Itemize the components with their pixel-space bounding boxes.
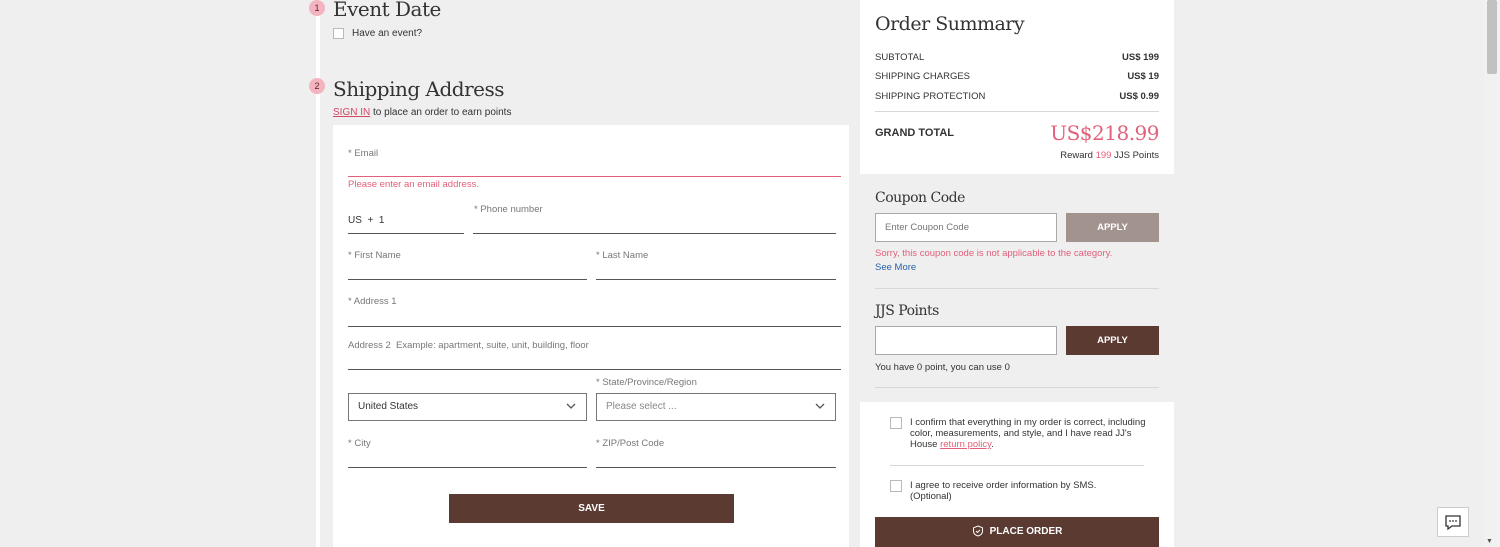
confirm-divider — [890, 465, 1144, 466]
confirm-terms-text: I confirm that everything in my order is… — [910, 417, 1150, 450]
first-name-label: * First Name — [348, 250, 401, 261]
see-more-link[interactable]: See More — [875, 262, 916, 273]
email-label: * Email — [348, 148, 379, 159]
event-checkbox[interactable] — [333, 28, 344, 39]
event-checkbox-label: Have an event? — [352, 28, 423, 39]
coupon-divider — [875, 288, 1159, 289]
points-input[interactable] — [875, 326, 1057, 355]
first-name-field[interactable] — [348, 279, 587, 280]
country-select-value: United States — [358, 401, 419, 412]
phone-field[interactable] — [473, 233, 836, 234]
summary-label: SUBTOTAL — [875, 52, 925, 63]
state-select[interactable]: Please select ... — [596, 393, 836, 421]
place-order-label: PLACE ORDER — [989, 526, 1063, 537]
summary-row-subtotal: SUBTOTAL US$ 199 — [875, 52, 1159, 63]
grand-total-value: US$218.99 — [1050, 121, 1159, 145]
summary-row-protection: SHIPPING PROTECTION US$ 0.99 — [875, 91, 1159, 102]
coupon-apply-button[interactable]: APPLY — [1066, 213, 1159, 242]
event-date-heading: Event Date — [333, 0, 441, 21]
summary-label: SHIPPING CHARGES — [875, 71, 971, 82]
summary-label: SHIPPING PROTECTION — [875, 91, 986, 102]
city-label: * City — [348, 438, 371, 449]
return-policy-link[interactable]: return policy — [940, 439, 991, 450]
chat-button[interactable] — [1437, 507, 1469, 537]
summary-row-shipping: SHIPPING CHARGES US$ 19 — [875, 71, 1159, 82]
scroll-down-arrow-icon[interactable]: ▼ — [1486, 538, 1493, 545]
sms-consent-text: I agree to receive order information by … — [910, 480, 1097, 502]
chevron-down-icon — [566, 403, 576, 409]
reward-points-text: Reward 199 JJS Points — [1060, 150, 1159, 161]
email-field[interactable] — [348, 176, 841, 177]
summary-value: US$ 0.99 — [1119, 91, 1159, 102]
last-name-field[interactable] — [596, 279, 836, 280]
grand-total-label: GRAND TOTAL — [875, 127, 955, 139]
signin-link[interactable]: SIGN IN — [333, 107, 370, 118]
points-info: You have 0 point, you can use 0 — [875, 362, 1010, 373]
chat-icon — [1445, 515, 1461, 531]
save-button[interactable]: SAVE — [449, 494, 734, 523]
city-field[interactable] — [348, 467, 587, 468]
address2-label: Address 2 Example: apartment, suite, uni… — [348, 340, 589, 351]
points-divider — [875, 387, 1159, 388]
phone-country-code[interactable]: US + 1 — [348, 215, 384, 226]
coupon-input[interactable] — [875, 213, 1057, 242]
confirm-terms-checkbox[interactable] — [890, 417, 902, 429]
signin-prompt: SIGN IN to place an order to earn points — [333, 107, 511, 118]
reward-prefix: Reward — [1060, 150, 1093, 161]
state-label: * State/Province/Region — [596, 377, 697, 388]
coupon-error: Sorry, this coupon code is not applicabl… — [875, 248, 1113, 259]
summary-divider — [875, 111, 1159, 112]
state-select-placeholder: Please select ... — [606, 401, 677, 412]
points-apply-button[interactable]: APPLY — [1066, 326, 1159, 355]
zip-field[interactable] — [596, 467, 836, 468]
email-error: Please enter an email address. — [348, 179, 479, 190]
country-select[interactable]: United States — [348, 393, 587, 421]
scrollbar-thumb[interactable] — [1487, 0, 1497, 74]
coupon-title: Coupon Code — [875, 190, 965, 206]
terms-end: . — [991, 439, 994, 450]
chevron-down-icon — [815, 403, 825, 409]
page-scrollbar[interactable] — [1484, 0, 1500, 547]
phone-label: * Phone number — [474, 204, 543, 215]
address2-field[interactable] — [348, 369, 841, 370]
phone-code-underline — [348, 233, 464, 234]
summary-value: US$ 19 — [1127, 71, 1159, 82]
address1-label: * Address 1 — [348, 296, 397, 307]
reward-points-value: 199 — [1095, 150, 1112, 161]
reward-suffix: JJS Points — [1114, 150, 1159, 161]
shipping-address-heading: Shipping Address — [333, 77, 505, 101]
step-badge-2: 2 — [309, 78, 325, 94]
sms-checkbox[interactable] — [890, 480, 902, 492]
signin-text: to place an order to earn points — [373, 107, 512, 118]
last-name-label: * Last Name — [596, 250, 649, 261]
order-summary-title: Order Summary — [875, 13, 1025, 35]
zip-label: * ZIP/Post Code — [596, 438, 665, 449]
place-order-button[interactable]: PLACE ORDER — [875, 517, 1159, 547]
address1-field[interactable] — [348, 326, 841, 327]
points-title: JJS Points — [875, 303, 939, 319]
shield-check-icon — [972, 525, 983, 537]
summary-value: US$ 199 — [1122, 52, 1159, 63]
step-badge-1: 1 — [309, 0, 325, 16]
